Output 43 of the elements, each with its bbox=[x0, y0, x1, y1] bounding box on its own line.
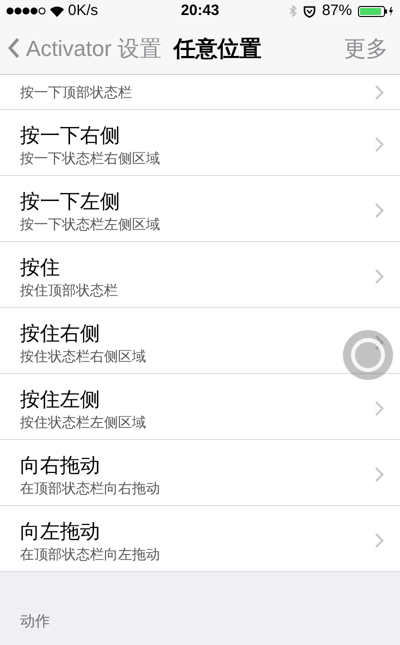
row-title: 向左拖动 bbox=[20, 520, 101, 544]
list-row[interactable]: 向右拖动 在顶部状态栏向右拖动 bbox=[0, 440, 400, 506]
back-chevron-icon bbox=[8, 37, 20, 59]
list-row[interactable]: 按一下顶部状态栏 bbox=[0, 75, 400, 110]
chevron-icon bbox=[375, 84, 384, 100]
row-subtitle: 在顶部状态栏向左拖动 bbox=[20, 544, 161, 562]
row-subtitle: 按住状态栏右侧区域 bbox=[20, 346, 147, 364]
row-title: 按一下左侧 bbox=[20, 190, 121, 214]
list-row[interactable]: 按一下左侧 按一下状态栏左侧区域 bbox=[0, 176, 400, 242]
chevron-icon bbox=[375, 203, 384, 218]
nav-title: 任意位置 bbox=[174, 34, 262, 62]
section-header: 动作 bbox=[20, 612, 50, 632]
list-row[interactable]: 向左拖动 在顶部状态栏向左拖动 bbox=[0, 506, 400, 572]
row-subtitle: 按一下顶部状态栏 bbox=[20, 83, 133, 101]
row-subtitle: 按住状态栏左侧区域 bbox=[20, 412, 147, 430]
battery-icon bbox=[358, 6, 394, 16]
signal-icon bbox=[6, 7, 46, 15]
chevron-icon bbox=[375, 467, 384, 482]
row-title: 按住左侧 bbox=[20, 388, 101, 412]
row-title: 向右拖动 bbox=[20, 454, 101, 478]
clock: 20:43 bbox=[180, 0, 220, 21]
row-subtitle: 在顶部状态栏向右拖动 bbox=[20, 478, 161, 496]
row-title: 按一下右侧 bbox=[20, 124, 121, 148]
row-subtitle: 按一下状态栏右侧区域 bbox=[20, 148, 161, 166]
chevron-icon bbox=[375, 533, 384, 548]
chevron-icon bbox=[375, 137, 384, 152]
row-title: 按住 bbox=[20, 256, 61, 280]
battery-percent: 87% bbox=[322, 0, 352, 21]
chevron-icon bbox=[375, 401, 384, 416]
row-subtitle: 按一下状态栏左侧区域 bbox=[20, 214, 161, 232]
chevron-icon bbox=[375, 269, 384, 284]
chevron-icon bbox=[375, 335, 384, 350]
network-speed: 0K/s bbox=[68, 0, 98, 21]
list-row[interactable]: 按一下右侧 按一下状态栏右侧区域 bbox=[0, 110, 400, 176]
list-row[interactable]: 按住左侧 按住状态栏左侧区域 bbox=[0, 374, 400, 440]
row-title: 按住右侧 bbox=[20, 322, 101, 346]
row-subtitle: 按住顶部状态栏 bbox=[20, 280, 119, 298]
shield-icon bbox=[302, 4, 316, 18]
bluetooth-icon bbox=[288, 4, 297, 18]
list-row[interactable]: 按住 按住顶部状态栏 bbox=[0, 242, 400, 308]
assistive-touch-button[interactable] bbox=[343, 330, 393, 380]
list-row[interactable]: 按住右侧 按住状态栏右侧区域 bbox=[0, 308, 400, 374]
wifi-icon bbox=[50, 6, 64, 16]
